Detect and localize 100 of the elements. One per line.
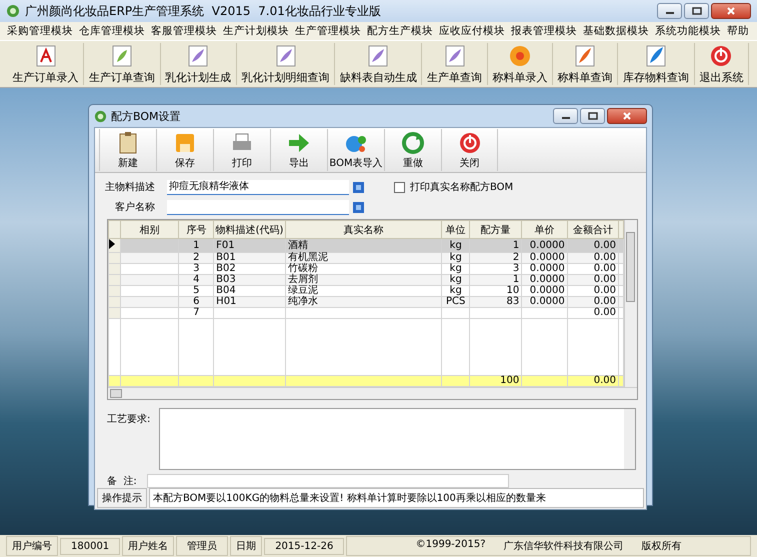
table-cell: 6 [193,296,200,307]
table-cell: 4 [193,274,200,285]
toolbar-button[interactable]: 关闭 [441,129,498,171]
toolbar-button[interactable]: 库存物料查询 [618,43,695,85]
table-cell: 7 [193,307,200,318]
table-cell: 0.0000 [530,252,565,263]
menu-item[interactable]: 生产计划模块 [220,24,292,38]
toolbar-button[interactable]: 导出 [270,129,327,171]
table-cell: kg [450,274,462,285]
table-cell: 3 [193,263,200,274]
table-cell: 5 [193,285,200,296]
column-header[interactable]: 相别 [120,220,179,238]
field-label: 备 注: [107,474,138,488]
table-cell: B03 [216,274,236,285]
toolbar-button[interactable]: 称料单录入 [488,43,554,85]
menu-item[interactable]: 报表管理模块 [508,24,580,38]
status-field: 用户姓名 [122,536,174,556]
toolbar-button[interactable]: 乳化计划生成 [160,43,237,85]
status-field: 用户编号 [6,536,58,556]
table-cell: PCS [446,296,466,307]
table-cell: 3 [512,263,520,274]
column-header[interactable]: 真实名称 [285,220,442,238]
table-cell: 2 [193,252,200,263]
table-cell: 竹碳粉 [288,263,318,274]
toolbar-button[interactable]: BOM表导入 [327,129,384,171]
checkbox-label: 打印真实名称配方BOM [410,180,514,194]
table-cell: 0.00 [594,274,616,285]
table-cell: 1 [193,240,200,250]
hint-label: 操作提示 [97,488,147,508]
menu-item[interactable]: 生产管理模块 [292,24,364,38]
table-cell: 0.0000 [530,285,565,296]
column-header[interactable]: 物料描述(代码) [214,220,286,238]
hint-text: 本配方BOM要以100KG的物料总量来设置! 称料单计算时要除以100再乘以相应的数量来 [149,488,644,508]
toolbar-button[interactable]: 保存 [156,129,213,171]
table-cell: 去屑剂 [288,274,318,285]
column-header[interactable]: 配方量 [470,220,522,238]
window-title: 广州颜尚化妆品ERP生产管理系统 V2015 7.01化妆品行业专业版 [25,2,381,20]
column-header[interactable]: 单位 [442,220,470,238]
table-cell: 0.00 [594,285,616,296]
toolbar-button[interactable]: 打印 [213,129,270,171]
toolbar-button[interactable]: 生产订单查询 [84,43,161,85]
input-field[interactable]: 抑痘无痕精华液体 [167,180,349,194]
menu-item[interactable]: 应收应付模块 [436,24,508,38]
table-cell: 酒精 [288,240,308,250]
table-cell: 0.0000 [530,263,565,274]
field-label: 工艺要求: [107,412,152,427]
menu-item[interactable]: 采购管理模块 [4,24,76,38]
status-field: 日期 [230,536,262,556]
copyright-text: 广东信华软件科技有限公司 [504,540,624,553]
table-cell: 2 [512,252,520,263]
toolbar-button[interactable]: 重做 [384,129,441,171]
table-cell: B02 [216,263,236,274]
menu-item[interactable]: 客服管理模块 [148,24,220,38]
menu-item[interactable]: 系统功能模块 [652,24,724,38]
table-cell: kg [450,252,462,263]
toolbar-button[interactable]: 乳化计划明细查询 [236,43,336,85]
table-cell: 纯净水 [288,296,318,307]
total-cell: 100 [500,375,520,386]
menu-item[interactable]: 帮助 [724,24,752,38]
table-cell: 1 [512,274,520,285]
toolbar-button[interactable]: 退出系统 [694,43,749,85]
copyright-text: ©1999-2015? [416,539,486,552]
table-cell: 83 [506,296,520,307]
table-cell: F01 [216,240,235,250]
menu-item[interactable]: 仓库管理模块 [76,24,148,38]
toolbar-button[interactable]: 生产单查询 [422,43,488,85]
total-cell: 0.00 [594,375,616,386]
field-label: 客户名称 [114,200,155,214]
status-field: 管理员 [176,536,228,556]
toolbar-button[interactable]: 缺料表自动生成 [335,43,422,85]
toolbar-button[interactable]: 生产订单录入 [8,43,84,85]
table-cell: 有机黑泥 [288,252,328,263]
table-cell: 0.00 [594,252,616,263]
table-cell: kg [450,285,462,296]
table-cell: 0.0000 [530,296,565,307]
table-cell: 0.0000 [530,274,565,285]
column-header[interactable]: 序号 [178,220,214,238]
column-header[interactable]: 金额合计 [567,220,618,238]
toolbar-button[interactable]: 新建 [99,129,156,171]
table-cell: 0.00 [594,307,616,318]
table-cell: 0.00 [594,263,616,274]
menu-item[interactable]: 配方生产模块 [364,24,436,38]
table-cell: 0.00 [594,240,616,250]
table-cell: 10 [506,285,520,296]
status-field: 2015-12-26 [264,538,344,554]
copyright-text: 版权所有 [642,540,682,553]
table-cell: B04 [216,285,236,296]
table-cell: kg [450,240,462,250]
table-cell: 0.00 [594,296,616,307]
column-header[interactable]: 单价 [522,220,568,238]
menu-item[interactable]: 基础数据模块 [580,24,652,38]
table-cell: 绿豆泥 [288,285,318,296]
table-cell: 1 [512,240,520,250]
status-field: 180001 [60,538,120,554]
table-cell: H01 [216,296,236,307]
toolbar-button[interactable]: 称料单查询 [553,43,618,85]
table-cell: B01 [216,252,236,263]
field-label: 主物料描述 [104,180,155,194]
window-title: 配方BOM设置 [111,108,181,124]
table-cell: 0.0000 [530,240,565,250]
